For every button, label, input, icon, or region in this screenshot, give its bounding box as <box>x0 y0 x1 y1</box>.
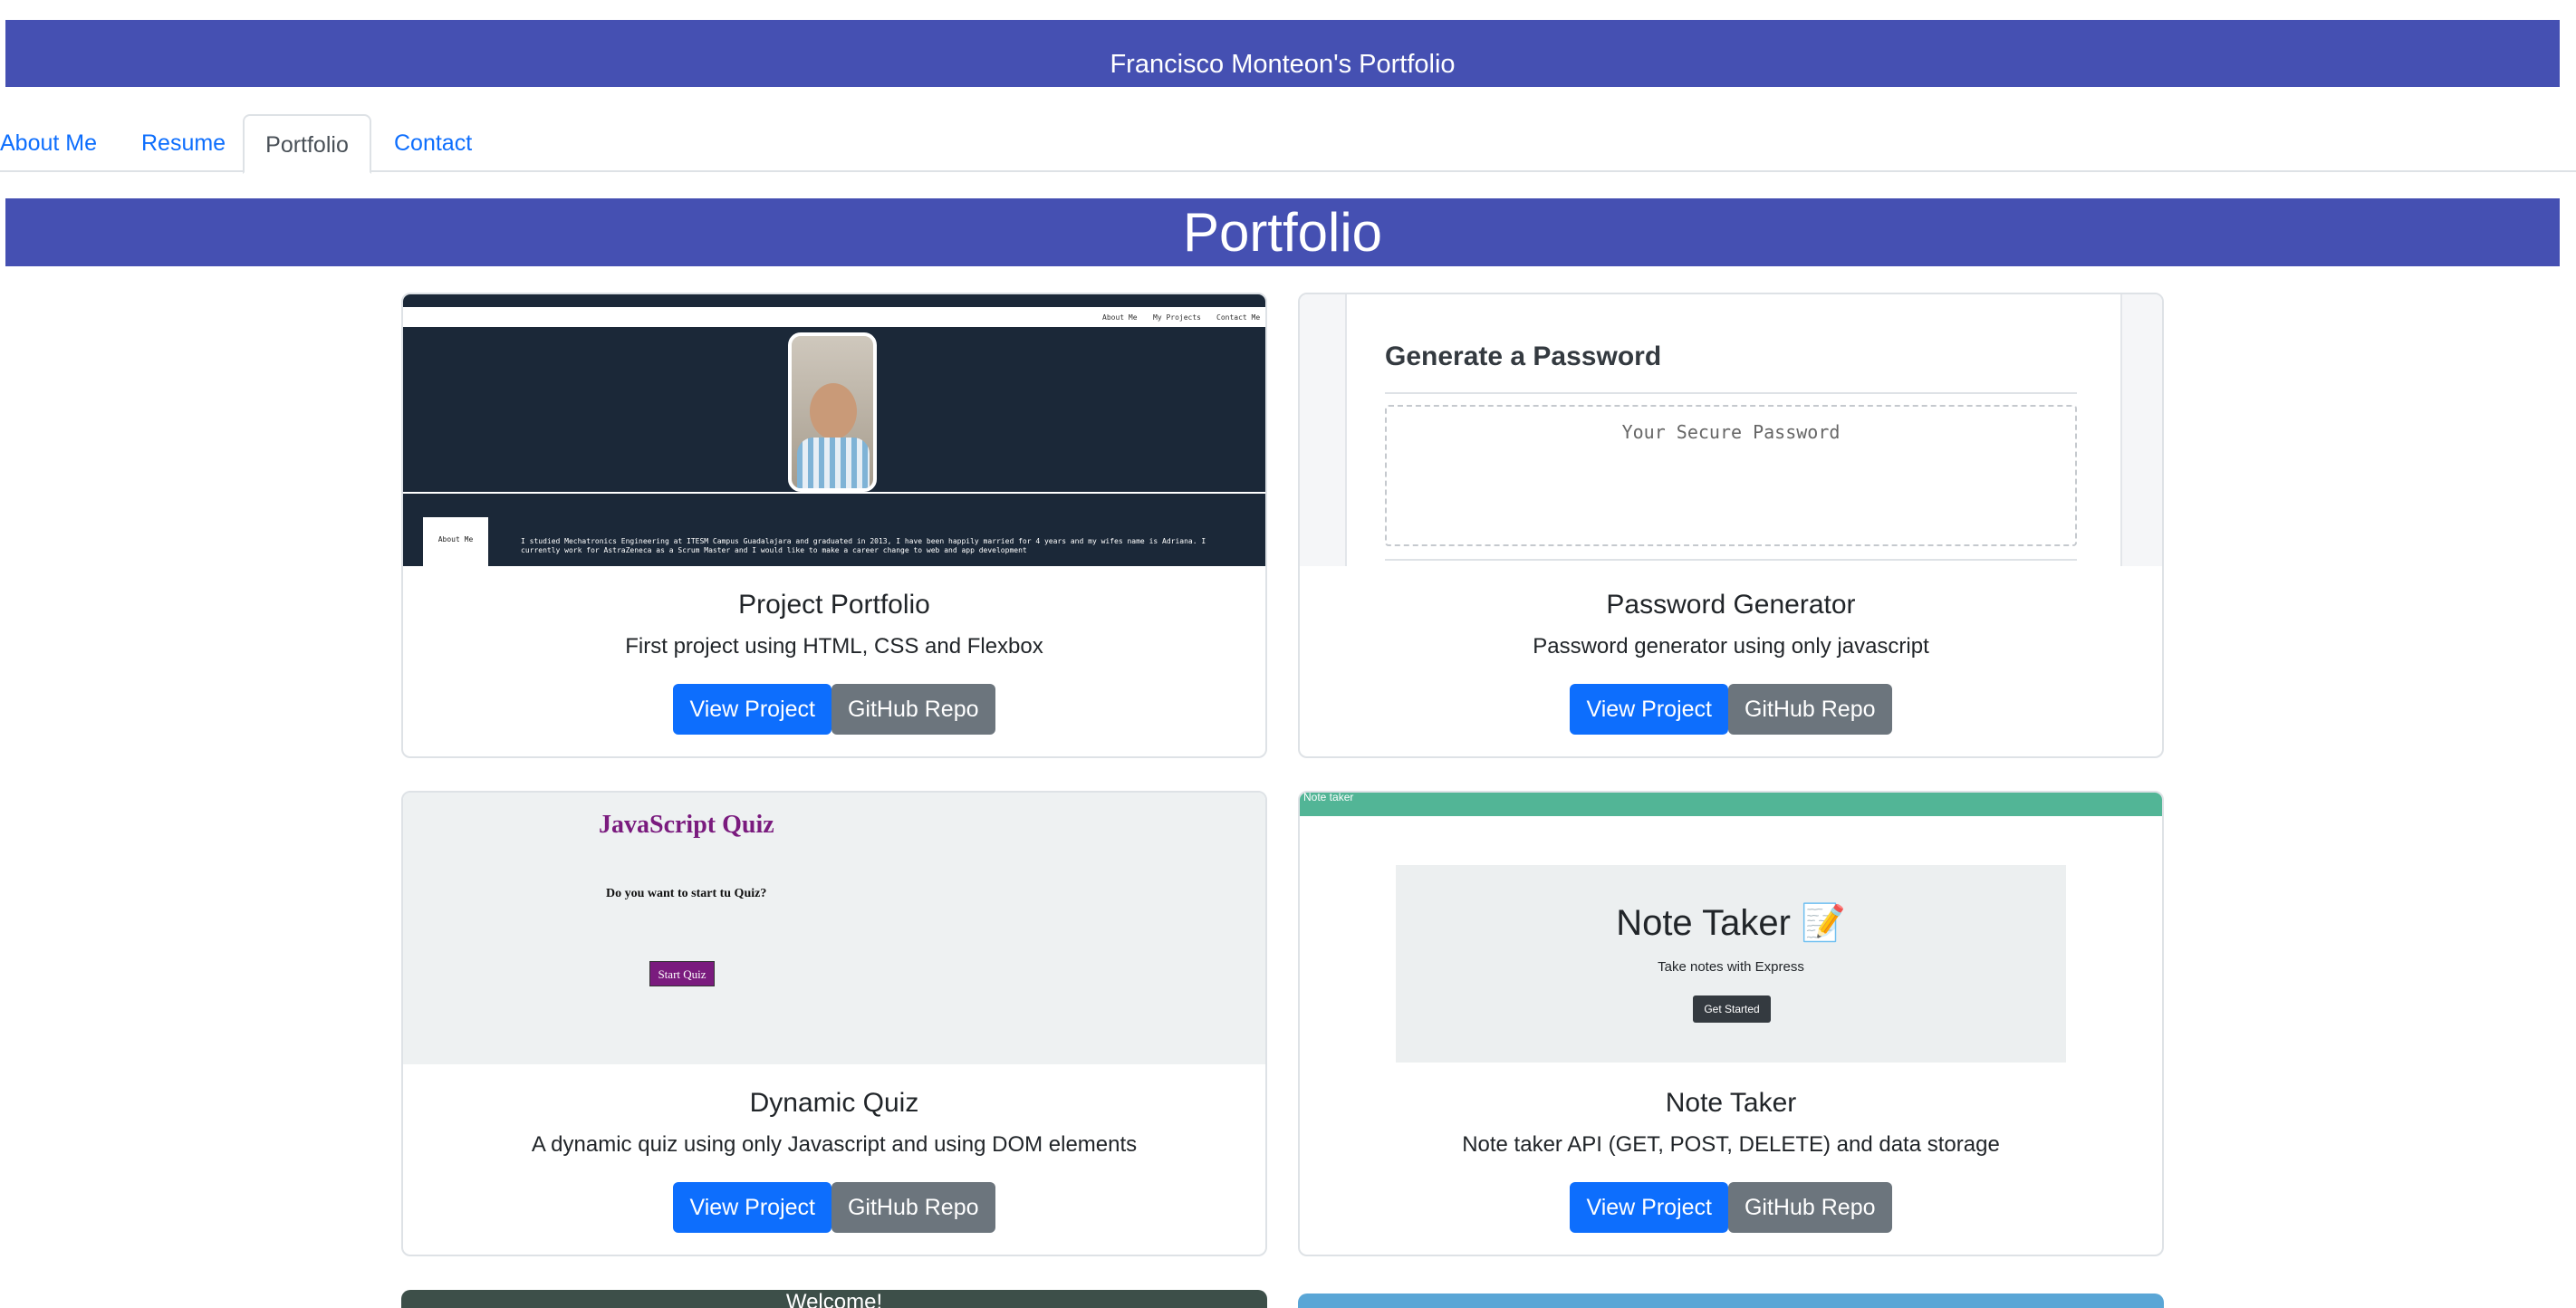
tab-about-me[interactable]: About Me <box>0 114 97 172</box>
project-actions: View Project GitHub Repo <box>403 1182 1265 1233</box>
project-title: Note Taker <box>1665 1088 1797 1118</box>
project-title: Project Portfolio <box>738 590 930 620</box>
screenshot-password-box: Your Secure Password <box>1385 405 2077 546</box>
photo-shirt <box>797 438 870 488</box>
section-heading: Portfolio <box>5 198 2560 266</box>
github-repo-button[interactable]: GitHub Repo <box>831 1182 995 1233</box>
screenshot-nav: About Me My Projects Contact Me <box>403 307 1265 327</box>
screenshot-question: Do you want to start tu Quiz? <box>606 887 767 900</box>
project-card-partial <box>1298 1294 2164 1308</box>
screenshot-heading: Generate a Password <box>1385 341 1662 371</box>
screenshot-rule <box>1385 392 2077 394</box>
screenshot-panel: Generate a Password Your Secure Password <box>1345 294 2122 566</box>
project-title: Dynamic Quiz <box>749 1088 919 1118</box>
project-screenshot: Note taker Note Taker 📝 Take notes with … <box>1300 793 2162 1064</box>
screenshot-nav-item: About Me <box>1102 313 1138 322</box>
github-repo-button[interactable]: GitHub Repo <box>1727 1182 1892 1233</box>
project-screenshot: Generate a Password Your Secure Password <box>1300 294 2162 566</box>
profile-photo <box>788 332 877 492</box>
github-repo-button[interactable]: GitHub Repo <box>831 684 995 735</box>
project-card: Generate a Password Your Secure Password… <box>1298 293 2164 758</box>
screenshot-start-button: Start Quiz <box>649 961 715 986</box>
view-project-button[interactable]: View Project <box>673 1182 831 1233</box>
screenshot-jumbotron: Note Taker 📝 Take notes with Express Get… <box>1396 865 2066 1063</box>
screenshot-bio: I studied Mechatronics Engineering at IT… <box>521 537 1206 554</box>
project-description: A dynamic quiz using only Javascript and… <box>531 1132 1138 1157</box>
project-description: Note taker API (GET, POST, DELETE) and d… <box>1462 1132 2000 1157</box>
view-project-button[interactable]: View Project <box>673 684 831 735</box>
screenshot-nav-item: Contact Me <box>1216 313 1261 322</box>
tab-resume[interactable]: Resume <box>141 114 226 172</box>
photo-face <box>810 383 857 439</box>
screenshot-navbar: Note taker <box>1300 793 2162 816</box>
screenshot-nav-item: My Projects <box>1153 313 1201 322</box>
screenshot-heading: JavaScript Quiz <box>599 811 774 839</box>
screenshot-rule <box>1385 559 2077 561</box>
project-actions: View Project GitHub Repo <box>403 684 1265 735</box>
project-card: Note taker Note Taker 📝 Take notes with … <box>1298 791 2164 1256</box>
view-project-button[interactable]: View Project <box>1570 684 1728 735</box>
project-screenshot: About Me My Projects Contact Me About Me… <box>403 294 1265 566</box>
screenshot-about-box: About Me <box>423 517 488 566</box>
project-actions: View Project GitHub Repo <box>1300 1182 2162 1233</box>
screenshot-divider <box>403 492 1265 494</box>
site-title: Francisco Monteon's Portfolio <box>1110 50 1456 79</box>
project-description: First project using HTML, CSS and Flexbo… <box>625 634 1043 659</box>
nav-tabs: About Me Resume Portfolio Contact <box>0 114 2576 174</box>
project-actions: View Project GitHub Repo <box>1300 684 2162 735</box>
project-screenshot: JavaScript Quiz Do you want to start tu … <box>403 793 1265 1064</box>
project-card-partial: Welcome! <box>401 1290 1267 1308</box>
screenshot-subtitle: Take notes with Express <box>1658 959 1804 975</box>
site-header: Francisco Monteon's Portfolio <box>5 20 2560 87</box>
project-title: Password Generator <box>1606 590 1856 620</box>
github-repo-button[interactable]: GitHub Repo <box>1727 684 1892 735</box>
screenshot-heading: Welcome! <box>785 1290 883 1308</box>
screenshot-get-started-button: Get Started <box>1693 995 1771 1023</box>
view-project-button[interactable]: View Project <box>1570 1182 1728 1233</box>
project-card: About Me My Projects Contact Me About Me… <box>401 293 1267 758</box>
tab-contact[interactable]: Contact <box>394 114 472 172</box>
project-description: Password generator using only javascript <box>1533 634 1929 659</box>
tab-portfolio[interactable]: Portfolio <box>243 114 371 174</box>
project-card: JavaScript Quiz Do you want to start tu … <box>401 791 1267 1256</box>
screenshot-heading: Note Taker 📝 <box>1616 903 1846 943</box>
